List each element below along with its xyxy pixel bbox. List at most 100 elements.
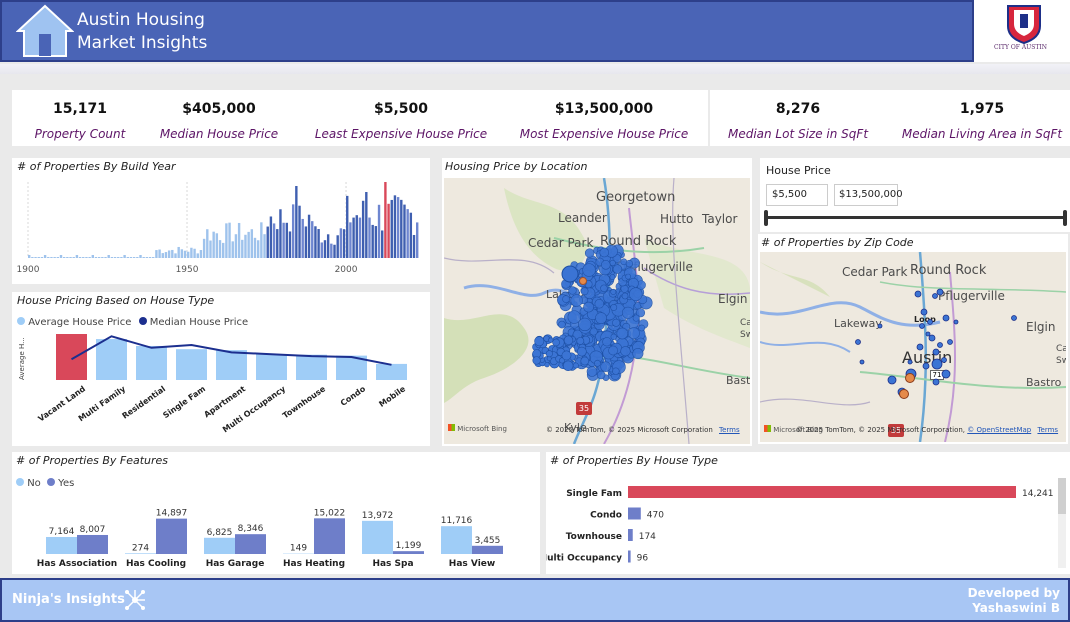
year-bar bbox=[152, 257, 155, 258]
map-terms-link[interactable]: Terms bbox=[719, 426, 740, 434]
year-bar bbox=[311, 221, 314, 258]
feature-yes-bar bbox=[77, 534, 108, 554]
footer-credit-line-1: Developed by bbox=[967, 586, 1060, 600]
year-bar bbox=[139, 255, 142, 258]
house-type-tick-label: Condo bbox=[339, 384, 368, 408]
zip-bubble bbox=[905, 373, 915, 383]
year-bar bbox=[247, 231, 250, 258]
zip-bubbles[interactable] bbox=[760, 252, 1066, 442]
property-point bbox=[578, 317, 592, 332]
feature-yes-label: 8,346 bbox=[238, 524, 264, 534]
kpi-least-price-value: $5,500 bbox=[373, 101, 429, 117]
property-point bbox=[621, 306, 635, 319]
year-bar bbox=[85, 257, 88, 258]
property-point bbox=[625, 273, 632, 280]
zip-map-attribution: © 2025 TomTom, © 2025 Microsoft Corporat… bbox=[796, 426, 1058, 434]
year-bar bbox=[323, 240, 327, 258]
year-tick-label: 2000 bbox=[335, 265, 358, 275]
kpi-living-area-value: 1,975 bbox=[959, 101, 1005, 117]
property-point bbox=[562, 360, 574, 372]
year-bar bbox=[231, 241, 234, 258]
property-point bbox=[552, 338, 560, 347]
year-bar bbox=[31, 257, 34, 258]
property-point bbox=[638, 324, 646, 332]
house-type-value: 14,241 bbox=[1022, 489, 1054, 499]
property-point bbox=[600, 361, 611, 373]
property-point bbox=[561, 265, 579, 283]
property-point bbox=[579, 277, 587, 285]
property-point bbox=[544, 362, 550, 368]
house-type-price-chart[interactable]: Average H...Vacant LandMulti FamilyResid… bbox=[12, 332, 430, 446]
property-point bbox=[629, 287, 643, 301]
kpi-most-price-value: $13,500,000 bbox=[554, 101, 654, 117]
title-line-1: Austin Housing bbox=[77, 10, 205, 30]
feature-no-bar bbox=[46, 536, 77, 554]
property-point bbox=[621, 292, 629, 300]
price-range-track[interactable] bbox=[766, 216, 1066, 219]
property-point bbox=[595, 312, 607, 325]
price-slicer-card: House Price $5,500 $13,500,000 bbox=[760, 158, 1070, 232]
year-bar bbox=[94, 257, 98, 258]
property-point bbox=[609, 259, 616, 267]
year-bar bbox=[209, 240, 212, 258]
price-min-input[interactable]: $5,500 bbox=[766, 184, 828, 206]
property-point bbox=[532, 356, 541, 365]
legend-yes-label: Yes bbox=[58, 478, 75, 489]
legend-no-swatch bbox=[16, 478, 24, 486]
price-min-handle[interactable] bbox=[764, 210, 768, 226]
year-bar bbox=[183, 250, 187, 258]
network-icon bbox=[125, 590, 145, 610]
year-bar bbox=[167, 250, 171, 258]
price-slicer-title: House Price bbox=[766, 164, 831, 177]
zip-bubble bbox=[920, 308, 928, 316]
zip-map[interactable]: Cedar Park Round Rock Pflugerville Lakew… bbox=[760, 252, 1066, 442]
property-cluster[interactable] bbox=[444, 178, 750, 444]
zip-bubble bbox=[1011, 315, 1017, 321]
feature-no-label: 149 bbox=[290, 544, 307, 554]
zip-bubble bbox=[855, 339, 861, 345]
feature-yes-label: 8,007 bbox=[80, 525, 106, 535]
property-point bbox=[567, 310, 582, 324]
feature-no-label: 13,972 bbox=[362, 511, 394, 521]
property-point bbox=[612, 264, 623, 274]
year-bar bbox=[75, 255, 79, 258]
house-icon bbox=[16, 4, 74, 57]
house-type-price-legend: Average House Price Median House Price bbox=[17, 317, 248, 328]
year-bar bbox=[206, 229, 209, 258]
year-bar bbox=[368, 217, 371, 258]
house-type-tick-label: Mobile bbox=[377, 384, 407, 409]
year-bar bbox=[291, 204, 295, 258]
price-max-input[interactable]: $13,500,000 bbox=[834, 184, 903, 206]
city-logo: CITY OF AUSTIN bbox=[974, 0, 1070, 62]
year-bar bbox=[59, 255, 63, 258]
year-bar bbox=[272, 223, 276, 258]
year-bar bbox=[88, 257, 91, 258]
property-point bbox=[580, 287, 589, 296]
property-point bbox=[580, 356, 590, 366]
kpi-least-price-label: Least Expensive House Price bbox=[314, 127, 488, 141]
zip-bubble bbox=[953, 319, 959, 325]
header-banner: Austin Housing Market Insights bbox=[0, 0, 974, 62]
zip-osm-link[interactable]: © OpenStreetMap bbox=[967, 426, 1031, 434]
property-point bbox=[616, 327, 629, 340]
feature-category-label: Has View bbox=[449, 559, 495, 569]
price-max-handle[interactable] bbox=[1063, 210, 1067, 226]
price-map[interactable]: Georgetown Leander Hutto Taylor Cedar Pa… bbox=[444, 178, 750, 444]
avg-price-bar bbox=[96, 339, 127, 380]
year-bar bbox=[190, 247, 193, 258]
kpi-card: 15,171 Property Count $405,000 Median Ho… bbox=[12, 90, 1070, 146]
year-bar bbox=[285, 222, 289, 258]
house-type-chart[interactable]: Single Fam 14,241 Condo 470 Townhouse 174 Mult… bbox=[546, 478, 1070, 574]
features-chart[interactable]: 7,164 8,007 Has Association 274 14,897 Has Co… bbox=[12, 490, 540, 574]
build-year-chart[interactable]: 1900 1950 2000 bbox=[12, 176, 430, 284]
year-bar bbox=[104, 257, 107, 258]
zip-terms-link[interactable]: Terms bbox=[1037, 426, 1058, 434]
house-type-title: # of Properties By House Type bbox=[550, 454, 718, 467]
house-type-bar bbox=[628, 507, 641, 520]
house-type-scroll-thumb[interactable] bbox=[1058, 478, 1066, 514]
year-bar bbox=[171, 249, 174, 258]
zip-map-title: # of Properties by Zip Code bbox=[761, 236, 914, 249]
house-type-scrollbar[interactable] bbox=[1058, 478, 1066, 568]
property-point bbox=[632, 348, 644, 360]
feature-yes-label: 14,897 bbox=[156, 509, 188, 519]
